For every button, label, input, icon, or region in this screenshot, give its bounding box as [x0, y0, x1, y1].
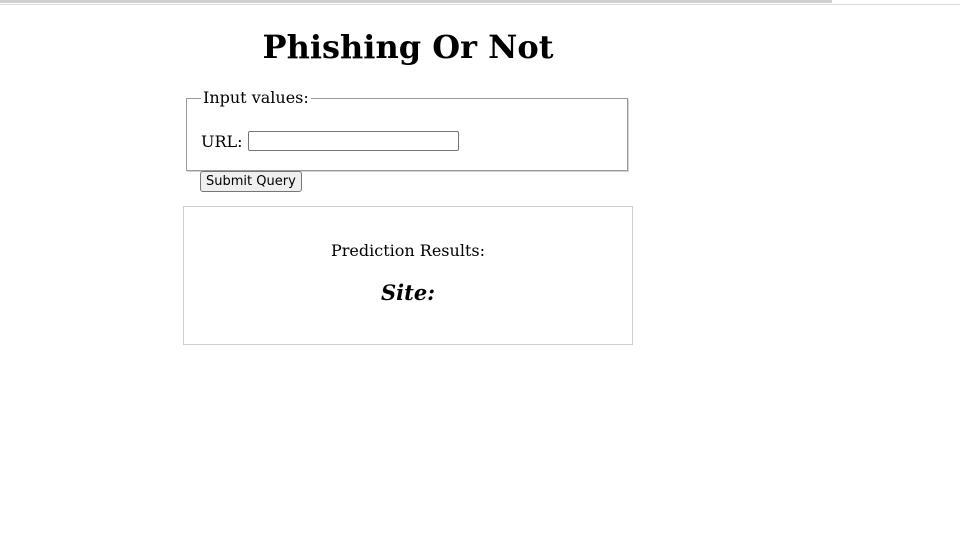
site-result-label: Site: [381, 280, 435, 305]
scrollbar-track [0, 4, 960, 5]
submit-query-button[interactable]: Submit Query [200, 171, 302, 192]
input-values-legend: Input values: [203, 88, 309, 107]
page-title: Phishing Or Not [262, 28, 554, 66]
scrollbar-thumb[interactable] [0, 0, 832, 3]
prediction-results-heading: Prediction Results: [331, 241, 485, 260]
top-scrollbar[interactable] [0, 0, 960, 6]
input-values-fieldset: Input values: URL: Submit Query [186, 88, 628, 192]
url-label: URL: [201, 131, 243, 151]
url-input[interactable] [247, 131, 459, 151]
url-row: URL: [201, 130, 459, 152]
prediction-results-panel: Prediction Results: Site: [183, 206, 633, 345]
